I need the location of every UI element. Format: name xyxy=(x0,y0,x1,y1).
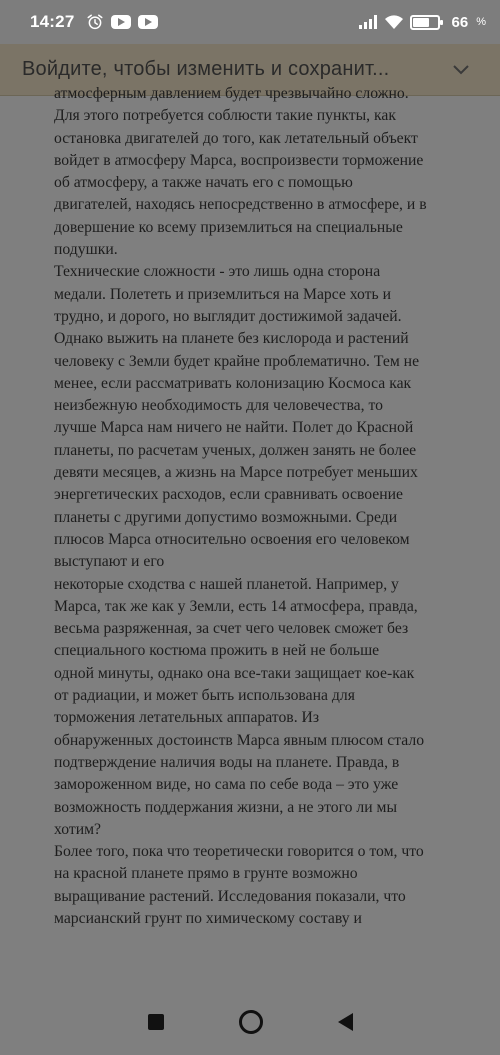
article-line: довершение ко всему приземлиться на спец… xyxy=(54,218,403,236)
status-time: 14:27 xyxy=(30,12,75,31)
article-line: двигателей, находясь непосредственно в а… xyxy=(54,196,427,214)
status-bar: 14:27 66 % xyxy=(0,0,500,44)
youtube-icon xyxy=(111,15,132,29)
article-line: об атмосферу, а также начать его с помощ… xyxy=(54,174,353,192)
article-line: трудно, и дорого, но выглядит достижимой… xyxy=(54,307,402,325)
article-line: возможность поддержания жизни, а не этог… xyxy=(54,798,398,816)
article-line: весьма разряженная, за счет чего человек… xyxy=(54,620,409,638)
chevron-down-icon[interactable] xyxy=(452,64,470,76)
article-line: торможения летательных аппаратов. Из xyxy=(54,709,320,727)
article-line: девяти месяцев, а жизнь на Марсе потребу… xyxy=(54,464,418,482)
article-line: специального костюма прожить в ней не бо… xyxy=(54,642,380,660)
article-line: планеты с другими допустимо возможными. … xyxy=(54,508,398,526)
article-line: некоторые сходства с нашей планетой. Нап… xyxy=(54,575,399,593)
battery-percent: 66 xyxy=(451,13,469,31)
article-line: медали. Полететь и приземлиться на Марсе… xyxy=(54,285,391,303)
status-notification-icons xyxy=(86,13,159,31)
article-line: лучше Марса нам ничего не найти. Полет д… xyxy=(54,419,414,437)
article-line: человеку с Земли будет крайне проблемати… xyxy=(54,352,420,370)
youtube-icon xyxy=(138,15,159,29)
article-line: на красной планете прямо в грунте возмож… xyxy=(54,865,358,883)
wifi-icon xyxy=(384,15,403,29)
article-line: выращивание растений. Исследования показ… xyxy=(54,887,406,905)
navigation-bar xyxy=(0,988,500,1055)
article-line: менее, если рассматривать колонизацию Ко… xyxy=(54,374,412,392)
article-line: Технические сложности - это лишь одна ст… xyxy=(54,263,381,281)
article-line: атмосферным давлением будет чрезвычайно … xyxy=(54,85,409,102)
article-line: войдет в атмосферу Марса, воспроизвести … xyxy=(54,151,424,169)
article-line: одной минуты, однако она все-таки защища… xyxy=(54,664,415,682)
article-line: Однако выжить на планете без кислорода и… xyxy=(54,330,409,348)
article-line: марсианский грунт по химическому составу… xyxy=(54,909,362,927)
status-system-icons: 66 % xyxy=(358,14,486,31)
article-line: подушки. xyxy=(54,241,118,259)
alarm-clock-icon xyxy=(87,14,103,30)
article-line: планеты, по расчетам ученых, должен заня… xyxy=(54,441,417,459)
home-icon[interactable] xyxy=(238,1009,263,1034)
article-line: неизбежную необходимость для человечеств… xyxy=(54,397,383,415)
recent-apps-icon[interactable] xyxy=(147,1013,164,1030)
article-line: Марса, так же как у Земли, есть 14 атмос… xyxy=(54,597,418,615)
battery-level xyxy=(412,17,430,27)
article-line: плюсов Марса относительно освоения его ч… xyxy=(54,530,410,548)
back-icon[interactable] xyxy=(337,1012,353,1031)
battery-unit: % xyxy=(476,16,486,28)
article-line: обнаруженных достоинств Марса явным плюс… xyxy=(54,731,425,749)
signal-icon xyxy=(358,15,377,29)
article-line: от радиации, и может быть использована д… xyxy=(54,687,355,705)
article-line: хотим? xyxy=(54,820,102,838)
article-line: Для этого потребуется соблюсти такие пун… xyxy=(54,107,396,125)
article-line: Более того, пока что теоретически говори… xyxy=(54,843,424,861)
battery-icon xyxy=(409,14,443,30)
article-line: подтверждение наличия воды на планете. П… xyxy=(54,753,400,771)
article-line: остановка двигателей до того, как летате… xyxy=(54,129,418,147)
article-text: атмосферным давлением будет чрезвычайно … xyxy=(54,83,454,988)
article-line: замороженном виде, но сама по себе вода … xyxy=(54,776,399,794)
article-line: выступают и его xyxy=(54,553,165,571)
login-banner-text[interactable]: Войдите, чтобы изменить и сохранит... xyxy=(22,58,422,81)
article-line: энергетических расходов, если сравнивать… xyxy=(54,486,404,504)
